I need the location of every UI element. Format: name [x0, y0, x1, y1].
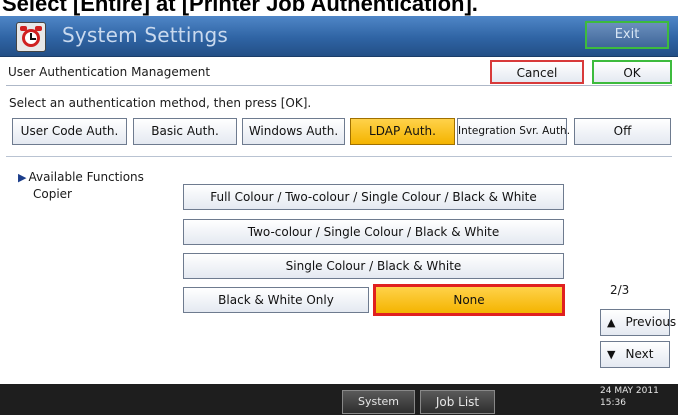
- copier-label: Copier: [33, 187, 72, 201]
- available-functions-label: Available Functions: [28, 170, 144, 184]
- auth-off-button[interactable]: Off: [574, 118, 671, 145]
- auth-method-group: User Code Auth. Basic Auth. Windows Auth…: [12, 118, 672, 146]
- exit-button[interactable]: Exit: [585, 21, 669, 49]
- window-title: System Settings: [62, 23, 228, 47]
- function-option-none[interactable]: None: [373, 284, 565, 316]
- page-indicator: 2/3: [610, 283, 630, 297]
- title-bar: System Settings Exit: [0, 16, 678, 57]
- date-text: 24 MAY 2011: [600, 386, 659, 396]
- function-option-black-white[interactable]: Black & White Only: [183, 287, 369, 313]
- instruction-text: Select an authentication method, then pr…: [9, 96, 312, 110]
- job-list-button[interactable]: Job List: [420, 390, 495, 414]
- triangle-right-icon: ▶: [18, 171, 27, 184]
- triangle-up-icon: ▲: [607, 316, 616, 329]
- triangle-down-icon: ▼: [607, 348, 616, 361]
- function-option-full-colour[interactable]: Full Colour / Two-colour / Single Colour…: [183, 184, 564, 210]
- time-text: 15:36: [600, 398, 626, 408]
- auth-windows-button[interactable]: Windows Auth.: [242, 118, 345, 145]
- ok-button[interactable]: OK: [592, 60, 672, 84]
- next-button[interactable]: ▼ Next: [600, 341, 670, 368]
- function-option-two-colour[interactable]: Two-colour / Single Colour / Black & Whi…: [183, 219, 564, 245]
- auth-ldap-button[interactable]: LDAP Auth.: [350, 118, 455, 145]
- status-bar: System Status Job List 24 MAY 2011 15:36: [0, 384, 678, 415]
- auth-integration-server-button[interactable]: Integration Svr. Auth.: [457, 118, 570, 145]
- function-option-single-colour[interactable]: Single Colour / Black & White: [183, 253, 564, 279]
- section-divider: [6, 156, 672, 157]
- previous-button[interactable]: ▲ Previous: [600, 309, 676, 336]
- cancel-button[interactable]: Cancel: [490, 60, 584, 84]
- auth-basic-button[interactable]: Basic Auth.: [133, 118, 237, 145]
- previous-label: Previous: [625, 315, 677, 329]
- date-time-display: 24 MAY 2011 15:36: [600, 385, 659, 409]
- caption-text: Select [Entire] at [Printer Job Authenti…: [2, 0, 478, 16]
- management-title: User Authentication Management: [8, 65, 211, 79]
- auth-user-code-button[interactable]: User Code Auth.: [12, 118, 127, 145]
- timer-clock-icon: [16, 22, 46, 52]
- caption-strip: Select [Entire] at [Printer Job Authenti…: [0, 0, 678, 16]
- system-status-button[interactable]: System Status: [342, 390, 415, 414]
- available-functions-heading: ▶ Available Functions: [18, 170, 144, 184]
- next-label: Next: [625, 347, 654, 361]
- management-header: User Authentication Management Cancel OK: [6, 60, 672, 86]
